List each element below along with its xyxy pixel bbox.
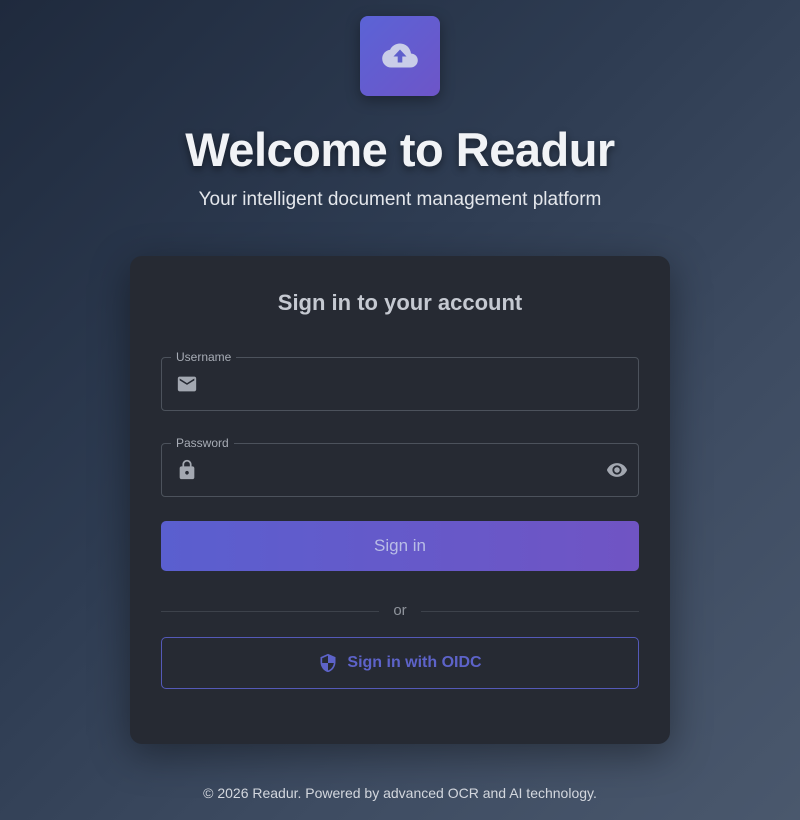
login-card: Sign in to your account Username Passwor… [130, 256, 670, 744]
username-input[interactable] [210, 358, 590, 410]
page-title: Welcome to Readur [185, 123, 615, 176]
eye-icon[interactable] [605, 459, 629, 481]
footer-text: © 2026 Readur. Powered by advanced OCR a… [203, 785, 597, 801]
username-field: Username [161, 350, 639, 411]
lock-icon [179, 459, 195, 480]
signin-button-label: Sign in [374, 536, 426, 555]
signin-button[interactable]: Sign in [161, 521, 639, 571]
mail-icon [177, 376, 197, 392]
divider-line-right [421, 611, 639, 612]
password-field: Password [161, 436, 639, 497]
page-subtitle: Your intelligent document management pla… [198, 189, 602, 210]
oidc-button-label: Sign in with OIDC [347, 654, 482, 671]
app-logo [360, 16, 440, 96]
shield-icon [320, 653, 336, 673]
password-input[interactable] [210, 444, 590, 496]
login-heading: Sign in to your account [277, 290, 523, 315]
divider-line-left [161, 611, 379, 612]
oidc-signin-button[interactable]: Sign in with OIDC [161, 637, 639, 689]
cloud-upload-icon [382, 43, 418, 68]
divider-text: or [393, 602, 407, 619]
